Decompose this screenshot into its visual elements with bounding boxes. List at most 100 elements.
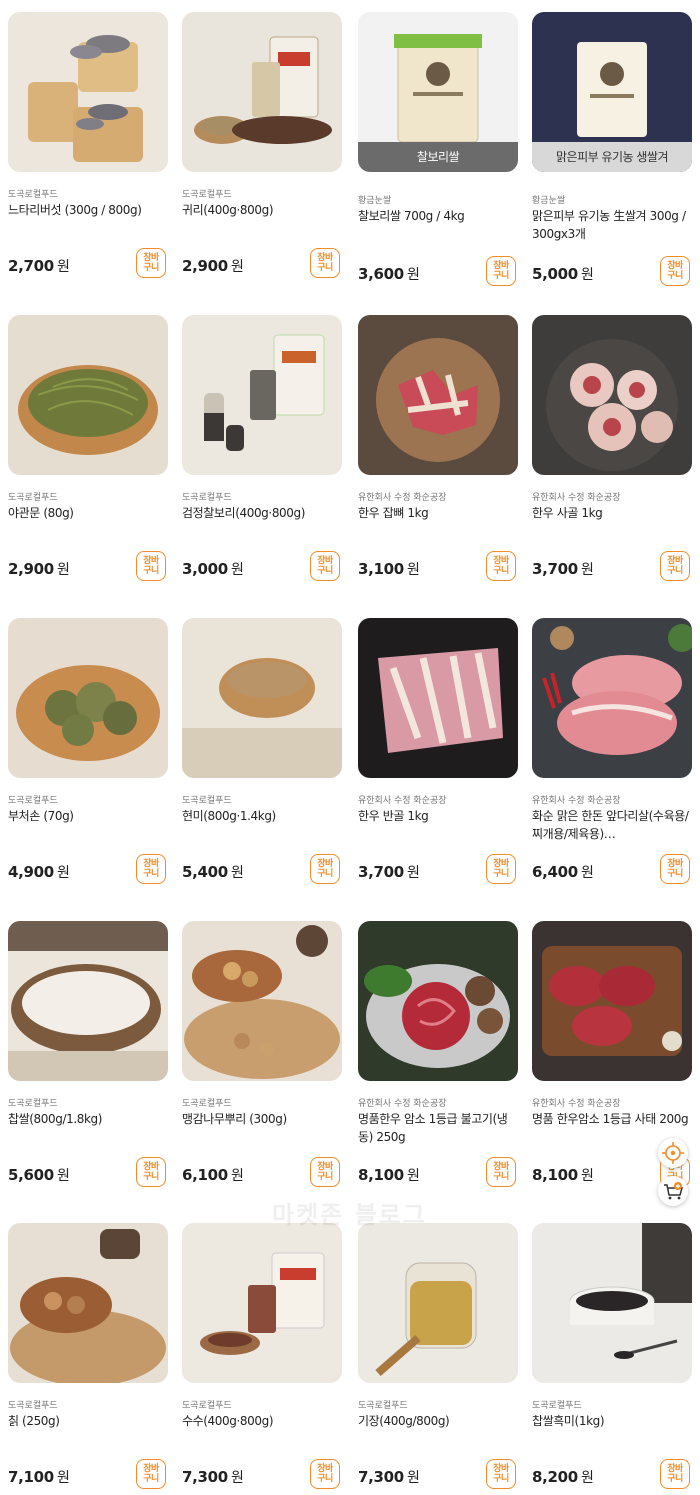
product-seller: 유한회사 수정 화순공장 — [358, 493, 447, 503]
product-price: 7,300 원 — [182, 1467, 244, 1487]
product-image[interactable] — [8, 618, 168, 778]
product-seller: 도곡로컬푸드 — [182, 1099, 232, 1109]
product-name[interactable]: 명품 한우암소 1등급 사태 200g — [532, 1110, 692, 1128]
product-seller: 유한회사 수정 화순공장 — [532, 1099, 621, 1109]
product-name[interactable]: 찰보리쌀 700g / 4kg — [358, 207, 518, 225]
add-to-cart-button[interactable]: 장바 구니 — [310, 1459, 340, 1489]
product-image[interactable] — [532, 618, 692, 778]
product-seller: 유한회사 수정 화순공장 — [358, 1099, 447, 1109]
add-to-cart-button[interactable]: 장바 구니 — [136, 1459, 166, 1489]
price-value: 7,300 — [358, 1468, 404, 1486]
product-name[interactable]: 명품한우 암소 1등급 불고기(냉동) 250g — [358, 1110, 518, 1146]
cart-label-top: 장바 — [667, 859, 683, 869]
product-name[interactable]: 부처손 (70g) — [8, 807, 168, 825]
product-image[interactable] — [182, 315, 342, 475]
product-name[interactable]: 귀리(400g·800g) — [182, 201, 342, 219]
product-price: 7,300 원 — [358, 1467, 420, 1487]
cart-label-bottom: 구니 — [667, 271, 683, 281]
product-name[interactable]: 화순 맑은 한돈 앞다리살(수육용/찌개용/제육용)… — [532, 807, 692, 843]
add-to-cart-button[interactable]: 장바 구니 — [136, 854, 166, 884]
product-image[interactable]: 맑은피부 유기농 생쌀겨 — [532, 12, 692, 172]
cart-label-top: 장바 — [493, 859, 509, 869]
product-image[interactable] — [358, 1223, 518, 1383]
product-name[interactable]: 느타리버섯 (300g / 800g) — [8, 201, 168, 219]
price-currency: 원 — [580, 1470, 594, 1486]
add-to-cart-button[interactable]: 장바 구니 — [486, 551, 516, 581]
floating-cart-button[interactable] — [658, 1176, 688, 1206]
product-price: 5,600 원 — [8, 1165, 70, 1185]
product-photo — [182, 1223, 342, 1383]
product-name[interactable]: 찹쌀흑미(1kg) — [532, 1412, 692, 1430]
cart-label-top: 장바 — [143, 1162, 159, 1172]
add-to-cart-button[interactable]: 장바 구니 — [136, 551, 166, 581]
product-photo — [532, 618, 692, 778]
product-price: 8,100 원 — [532, 1165, 594, 1185]
product-image[interactable] — [182, 12, 342, 172]
product-name[interactable]: 한우 반골 1kg — [358, 807, 518, 825]
price-currency: 원 — [230, 865, 244, 881]
price-currency: 원 — [230, 1168, 244, 1184]
product-image[interactable] — [8, 315, 168, 475]
product-name[interactable]: 한우 사골 1kg — [532, 504, 692, 522]
cart-label-top: 장바 — [667, 261, 683, 271]
product-image[interactable] — [182, 921, 342, 1081]
add-to-cart-button[interactable]: 장바 구니 — [660, 854, 690, 884]
add-to-cart-button[interactable]: 장바 구니 — [486, 854, 516, 884]
add-to-cart-button[interactable]: 장바 구니 — [136, 1157, 166, 1187]
product-photo — [358, 921, 518, 1081]
price-value: 8,200 — [532, 1468, 578, 1486]
add-to-cart-button[interactable]: 장바 구니 — [660, 551, 690, 581]
price-value: 6,100 — [182, 1166, 228, 1184]
product-seller: 도곡로컬푸드 — [182, 1401, 232, 1411]
product-name[interactable]: 맹감나무뿌리 (300g) — [182, 1110, 342, 1128]
add-to-cart-button[interactable]: 장바 구니 — [486, 256, 516, 286]
product-image[interactable] — [532, 315, 692, 475]
product-image[interactable]: 찰보리쌀 — [358, 12, 518, 172]
product-name[interactable]: 검정찰보리(400g·800g) — [182, 504, 342, 522]
price-value: 8,100 — [358, 1166, 404, 1184]
price-value: 3,100 — [358, 560, 404, 578]
product-name[interactable]: 야관문 (80g) — [8, 504, 168, 522]
product-image[interactable] — [182, 1223, 342, 1383]
product-name[interactable]: 기장(400g/800g) — [358, 1412, 518, 1430]
product-image[interactable] — [532, 1223, 692, 1383]
product-image[interactable] — [8, 921, 168, 1081]
price-value: 3,700 — [532, 560, 578, 578]
floating-recent-button[interactable] — [658, 1138, 688, 1168]
price-currency: 원 — [230, 1470, 244, 1486]
product-name[interactable]: 한우 잡뼈 1kg — [358, 504, 518, 522]
cart-label-bottom: 구니 — [493, 869, 509, 879]
add-to-cart-button[interactable]: 장바 구니 — [486, 1459, 516, 1489]
price-value: 5,000 — [532, 265, 578, 283]
add-to-cart-button[interactable]: 장바 구니 — [660, 1459, 690, 1489]
price-value: 2,900 — [8, 560, 54, 578]
cart-label-bottom: 구니 — [143, 566, 159, 576]
product-image[interactable] — [8, 1223, 168, 1383]
product-image[interactable] — [358, 315, 518, 475]
add-to-cart-button[interactable]: 장바 구니 — [310, 551, 340, 581]
product-seller: 도곡로컬푸드 — [182, 493, 232, 503]
product-name[interactable]: 현미(800g·1.4kg) — [182, 807, 342, 825]
add-to-cart-button[interactable]: 장바 구니 — [310, 248, 340, 278]
product-name[interactable]: 수수(400g·800g) — [182, 1412, 342, 1430]
product-name[interactable]: 찹쌀(800g/1.8kg) — [8, 1110, 168, 1128]
price-currency: 원 — [230, 562, 244, 578]
product-image[interactable] — [358, 921, 518, 1081]
cart-label-bottom: 구니 — [493, 1172, 509, 1182]
product-image[interactable] — [358, 618, 518, 778]
product-image[interactable] — [532, 921, 692, 1081]
product-seller: 도곡로컬푸드 — [8, 190, 58, 200]
cart-label-bottom: 구니 — [317, 263, 333, 273]
product-image-label: 찰보리쌀 — [416, 150, 460, 164]
add-to-cart-button[interactable]: 장바 구니 — [136, 248, 166, 278]
product-image[interactable] — [8, 12, 168, 172]
add-to-cart-button[interactable]: 장바 구니 — [310, 1157, 340, 1187]
product-image[interactable] — [182, 618, 342, 778]
product-name[interactable]: 맑은피부 유기농 生쌀겨 300g / 300gx3개 — [532, 207, 692, 243]
product-photo — [532, 1223, 692, 1383]
add-to-cart-button[interactable]: 장바 구니 — [310, 854, 340, 884]
product-photo — [182, 921, 342, 1081]
add-to-cart-button[interactable]: 장바 구니 — [660, 256, 690, 286]
product-name[interactable]: 칡 (250g) — [8, 1412, 168, 1430]
add-to-cart-button[interactable]: 장바 구니 — [486, 1157, 516, 1187]
